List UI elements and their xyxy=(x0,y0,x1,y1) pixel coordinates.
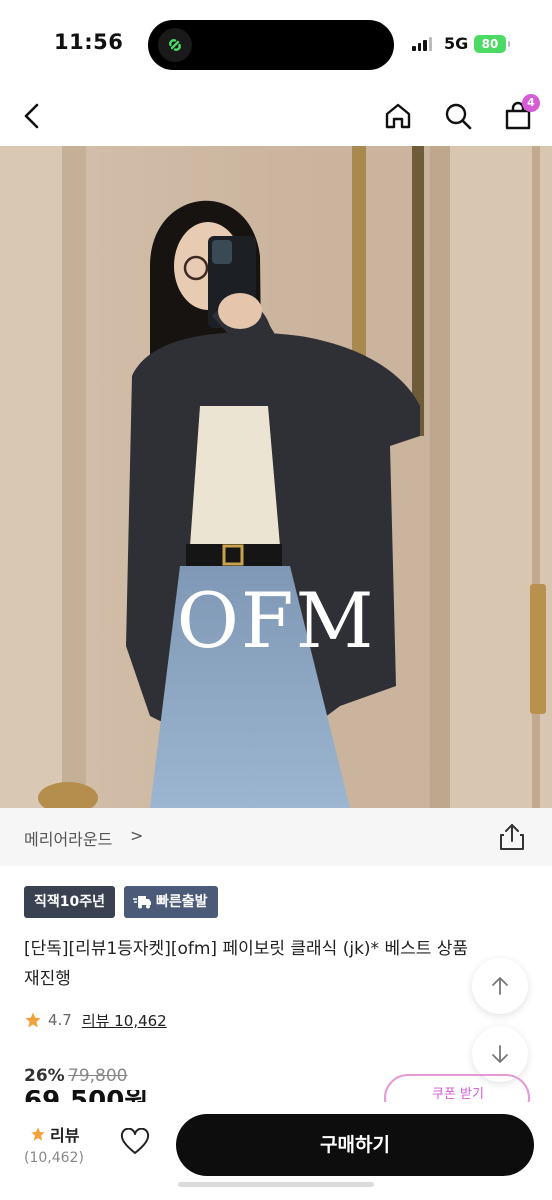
tenure-badge: 직잭10주년 xyxy=(24,886,116,918)
store-row[interactable]: 메리어라운드 > xyxy=(0,808,552,866)
share-button[interactable] xyxy=(498,822,526,852)
home-button[interactable] xyxy=(378,96,418,136)
fast-shipping-badge: 빠른출발 xyxy=(124,886,218,918)
review-count-link[interactable]: 리뷰 10,462 xyxy=(82,1010,167,1031)
wishlist-button[interactable] xyxy=(120,1127,150,1156)
top-navigation: 4 xyxy=(0,84,552,146)
star-icon xyxy=(31,1127,45,1141)
sale-price: 69,500원 xyxy=(24,1090,148,1102)
cart-button[interactable]: 4 xyxy=(498,94,540,136)
buy-button[interactable]: 구매하기 xyxy=(176,1114,534,1176)
bottom-action-bar: 리뷰 (10,462) 구매하기 xyxy=(0,1102,552,1200)
store-name[interactable]: 메리어라운드 xyxy=(24,826,112,850)
home-indicator xyxy=(178,1182,374,1187)
signal-icon xyxy=(412,37,432,51)
brand-overlay-text: OFM xyxy=(176,576,376,665)
back-button[interactable] xyxy=(12,96,52,136)
status-bar: 11:56 5G 80 xyxy=(0,0,552,84)
star-icon xyxy=(25,1012,41,1028)
cart-count-badge: 4 xyxy=(522,94,540,112)
search-button[interactable] xyxy=(438,96,478,136)
battery-icon: 80 xyxy=(474,35,510,53)
coupon-label: 쿠폰 받기 xyxy=(432,1087,484,1102)
home-icon xyxy=(385,103,411,129)
truck-icon xyxy=(133,896,151,909)
bottom-review-count: (10,462) xyxy=(24,1150,84,1166)
original-price: 79,800 xyxy=(68,1066,128,1086)
share-icon xyxy=(500,824,524,850)
fast-shipping-label: 빠른출발 xyxy=(156,894,208,910)
product-photo-illustration xyxy=(0,146,552,808)
arrow-up-icon xyxy=(492,977,508,995)
scroll-up-button[interactable] xyxy=(472,958,528,1014)
rating-row: 4.7 리뷰 10,462 xyxy=(24,1008,167,1032)
search-icon xyxy=(445,103,472,130)
status-time: 11:56 xyxy=(54,30,124,54)
heart-icon xyxy=(120,1127,150,1154)
discount-rate: 26% xyxy=(24,1066,65,1086)
bottom-review-label: 리뷰 xyxy=(50,1126,80,1145)
dynamic-island xyxy=(148,20,394,70)
arrow-down-icon xyxy=(492,1045,508,1063)
rating-score: 4.7 xyxy=(48,1011,72,1029)
bottom-review-button[interactable]: 리뷰 xyxy=(30,1122,79,1146)
network-label: 5G xyxy=(444,34,469,53)
product-image[interactable]: OFM xyxy=(0,146,552,808)
chevron-right-icon: > xyxy=(130,826,144,845)
product-title: [단독][리뷰1등자켓][ofm] 페이보릿 클래식 (jk)* 베스트 상품 … xyxy=(24,939,469,989)
link-icon xyxy=(158,28,192,62)
chevron-left-icon xyxy=(24,103,39,129)
